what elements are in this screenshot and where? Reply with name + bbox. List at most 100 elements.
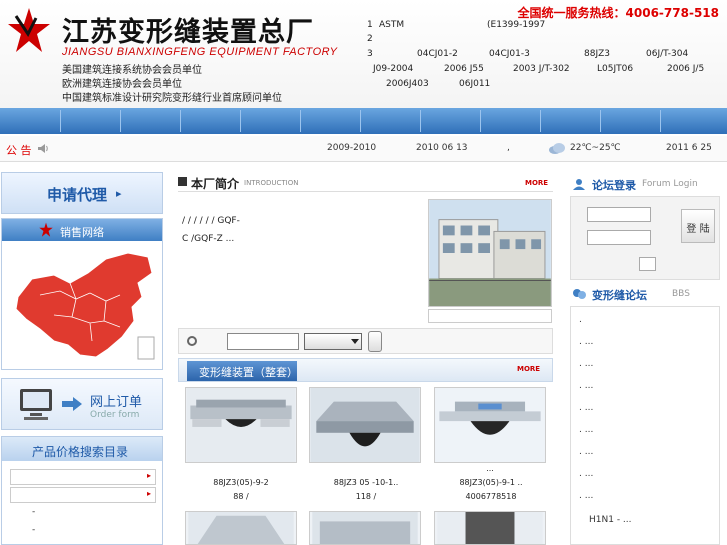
photo-caption xyxy=(428,309,552,323)
forum-post-link[interactable]: . ... xyxy=(579,425,593,435)
star-logo-icon[interactable] xyxy=(6,6,52,56)
chevron-down-icon xyxy=(351,339,359,344)
nav-separator xyxy=(600,110,601,132)
price-search-header: 产品价格搜索目录 xyxy=(2,437,162,461)
standard-text: 04CJ01-3 xyxy=(489,49,530,59)
search-icon xyxy=(187,336,197,346)
standard-text: (E1399-1997 xyxy=(487,20,546,30)
forum-login-title: 论坛登录 xyxy=(592,179,636,192)
introduction-text: / / / / / / GQF- C /GQF-Z ... xyxy=(182,212,422,248)
product-model[interactable]: 88JZ3(05)-9-1 .. xyxy=(431,478,551,487)
forum-post-link[interactable]: . ... xyxy=(579,337,593,347)
china-map[interactable] xyxy=(10,245,160,367)
standard-text: ASTM xyxy=(379,20,405,30)
product-price: 88 / xyxy=(233,492,249,501)
login-button[interactable]: 登 陆 xyxy=(681,209,715,243)
introduction-title: 本厂简介 xyxy=(191,177,240,191)
arrow-right-icon: ▸ xyxy=(116,187,122,200)
forum-post-link[interactable]: . ... xyxy=(579,447,593,457)
sales-network-title: 销售网络 xyxy=(60,226,104,239)
nav-separator xyxy=(540,110,541,132)
price-search-panel: 产品价格搜索目录 ▸ ▸ - - xyxy=(1,436,163,545)
product-image[interactable] xyxy=(309,387,421,463)
category-select[interactable] xyxy=(304,333,362,350)
company-name-cn: 江苏变形缝装置总厂 xyxy=(62,17,314,48)
forum-post-link[interactable]: . xyxy=(579,315,582,325)
products-header: 变形缝装置（整套） MORE xyxy=(178,358,553,382)
sales-network-panel: 销售网络 xyxy=(1,218,163,370)
standard-text: 88JZ3 xyxy=(584,49,610,59)
product-image[interactable] xyxy=(185,511,297,545)
standard-text: L05JT06 xyxy=(597,64,634,74)
arrow-right-icon: ▸ xyxy=(146,471,151,480)
section-bullet-icon xyxy=(178,177,187,186)
apply-agent-banner[interactable]: 申请代理 ▸ xyxy=(1,172,163,214)
price-link[interactable]: - xyxy=(32,507,35,517)
member-line: 美国建筑连接系统协会会员单位 xyxy=(62,65,202,76)
notice-label: 公 告 xyxy=(6,144,32,157)
standard-text: 1 xyxy=(367,20,373,30)
more-link[interactable]: MORE xyxy=(517,365,540,373)
member-line: 欧洲建筑连接协会会员单位 xyxy=(62,79,182,90)
captcha-field[interactable] xyxy=(639,257,656,271)
price-link[interactable]: - xyxy=(32,525,35,535)
search-input[interactable] xyxy=(227,333,299,350)
standard-text: 06J/T-304 xyxy=(646,49,689,59)
standard-text: 3 xyxy=(367,49,373,59)
password-field[interactable] xyxy=(587,230,651,245)
online-order-label: 网上订单 xyxy=(90,395,143,410)
service-hotline: 全国统一服务热线：4006-778-518 xyxy=(517,6,719,20)
online-order-banner[interactable]: 网上订单 Order form xyxy=(1,378,163,430)
nav-separator xyxy=(240,110,241,132)
forum-post-link[interactable]: H1N1 - ... xyxy=(589,515,632,525)
weather-date: 2011 6 25 xyxy=(666,143,712,153)
forum-post-link[interactable]: . ... xyxy=(579,469,593,479)
product-image[interactable] xyxy=(434,511,546,545)
standard-text: 04CJ01-2 xyxy=(417,49,458,59)
product-image[interactable] xyxy=(434,387,546,463)
nav-separator xyxy=(660,110,661,132)
product-model[interactable]: 88JZ3(05)-9-2 xyxy=(181,478,301,487)
more-link[interactable]: MORE xyxy=(525,179,548,187)
forum-post-link[interactable]: . ... xyxy=(579,491,593,501)
product-image[interactable] xyxy=(309,511,421,545)
nav-separator xyxy=(180,110,181,132)
forum-login-subtitle: Forum Login xyxy=(642,179,698,189)
speaker-icon xyxy=(38,144,48,153)
member-line: 中国建筑标准设计研究院变形缝行业首席顾问单位 xyxy=(62,93,282,104)
user-icon xyxy=(573,179,585,190)
product-image[interactable] xyxy=(185,387,297,463)
forum-login-header: 论坛登录 Forum Login xyxy=(570,176,720,194)
weather-temp: 22℃~25℃ xyxy=(570,143,621,153)
standard-text: J09-2004 xyxy=(373,64,414,74)
site-header: 江苏变形缝装置总厂 JIANGSU BIANXINGFENG EQUIPMENT… xyxy=(0,0,727,108)
forum-header: 变形缝论坛 BBS xyxy=(570,286,720,304)
nav-separator xyxy=(120,110,121,132)
standard-text: 2003 J/T-302 xyxy=(513,64,570,74)
nav-separator xyxy=(480,110,481,132)
username-field[interactable] xyxy=(587,207,651,222)
forum-post-link[interactable]: . ... xyxy=(579,403,593,413)
standard-text: 2006 J55 xyxy=(444,64,484,74)
factory-photo[interactable] xyxy=(428,199,552,307)
sales-network-header: 销售网络 xyxy=(2,219,162,241)
standard-text: 2006J403 xyxy=(386,79,429,89)
notice-item[interactable]: 2010 06 13 xyxy=(416,143,468,153)
member-list: 美国建筑连接系统协会会员单位 欧洲建筑连接协会会员单位 中国建筑标准设计研究院变… xyxy=(62,64,282,106)
price-category-row[interactable]: ▸ xyxy=(10,487,156,503)
product-model[interactable]: 88JZ3 05 -10-1.. xyxy=(306,478,426,487)
forum-list: . . ... . ... . ... . ... . ... . ... . … xyxy=(570,306,720,545)
nav-separator xyxy=(360,110,361,132)
main-nav[interactable] xyxy=(0,108,727,134)
introduction-line: C /GQF-Z ... xyxy=(182,234,235,244)
forum-post-link[interactable]: . ... xyxy=(579,359,593,369)
price-category-row[interactable]: ▸ xyxy=(10,469,156,485)
forum-title: 变形缝论坛 xyxy=(592,289,647,302)
star-logo-icon xyxy=(39,222,53,237)
company-name-en: JIANGSU BIANXINGFENG EQUIPMENT FACTORY xyxy=(62,46,338,58)
tab-expansion-joint-sets[interactable]: 变形缝装置（整套） xyxy=(187,361,298,381)
notice-item[interactable]: 2009-2010 xyxy=(327,143,376,153)
forum-post-link[interactable]: . ... xyxy=(579,381,593,391)
apply-agent-label: 申请代理 xyxy=(47,186,108,204)
search-button[interactable] xyxy=(368,331,382,352)
